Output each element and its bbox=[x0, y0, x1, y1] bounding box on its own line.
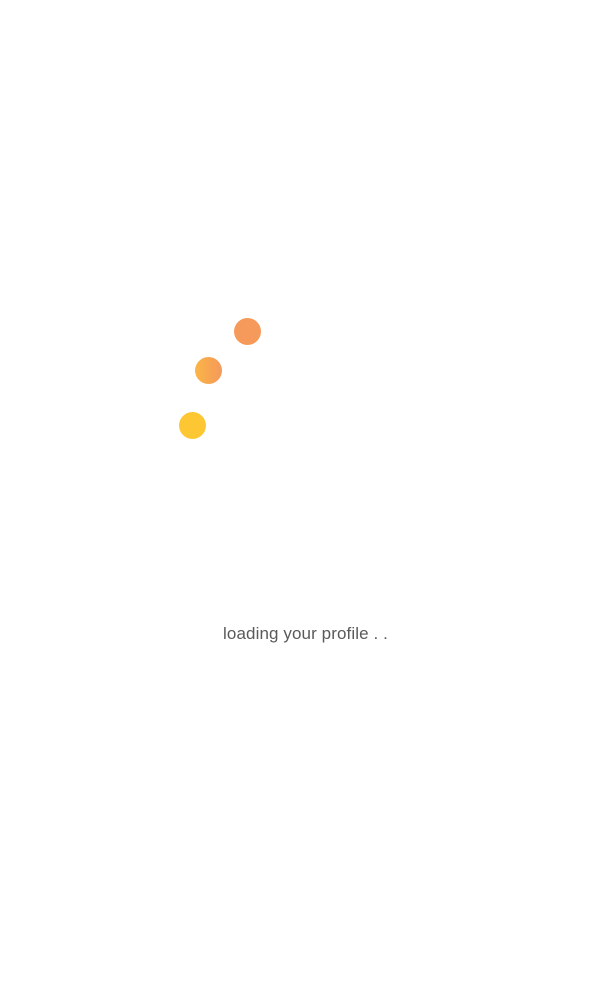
spinner-dot-3 bbox=[179, 412, 206, 439]
loading-status-text: loading your profile . . bbox=[223, 624, 388, 643]
spinner-dot-2 bbox=[195, 357, 222, 384]
loading-spinner bbox=[170, 310, 280, 450]
spinner-dot-1 bbox=[234, 318, 261, 345]
loading-screen: loading your profile . . bbox=[0, 0, 600, 1000]
